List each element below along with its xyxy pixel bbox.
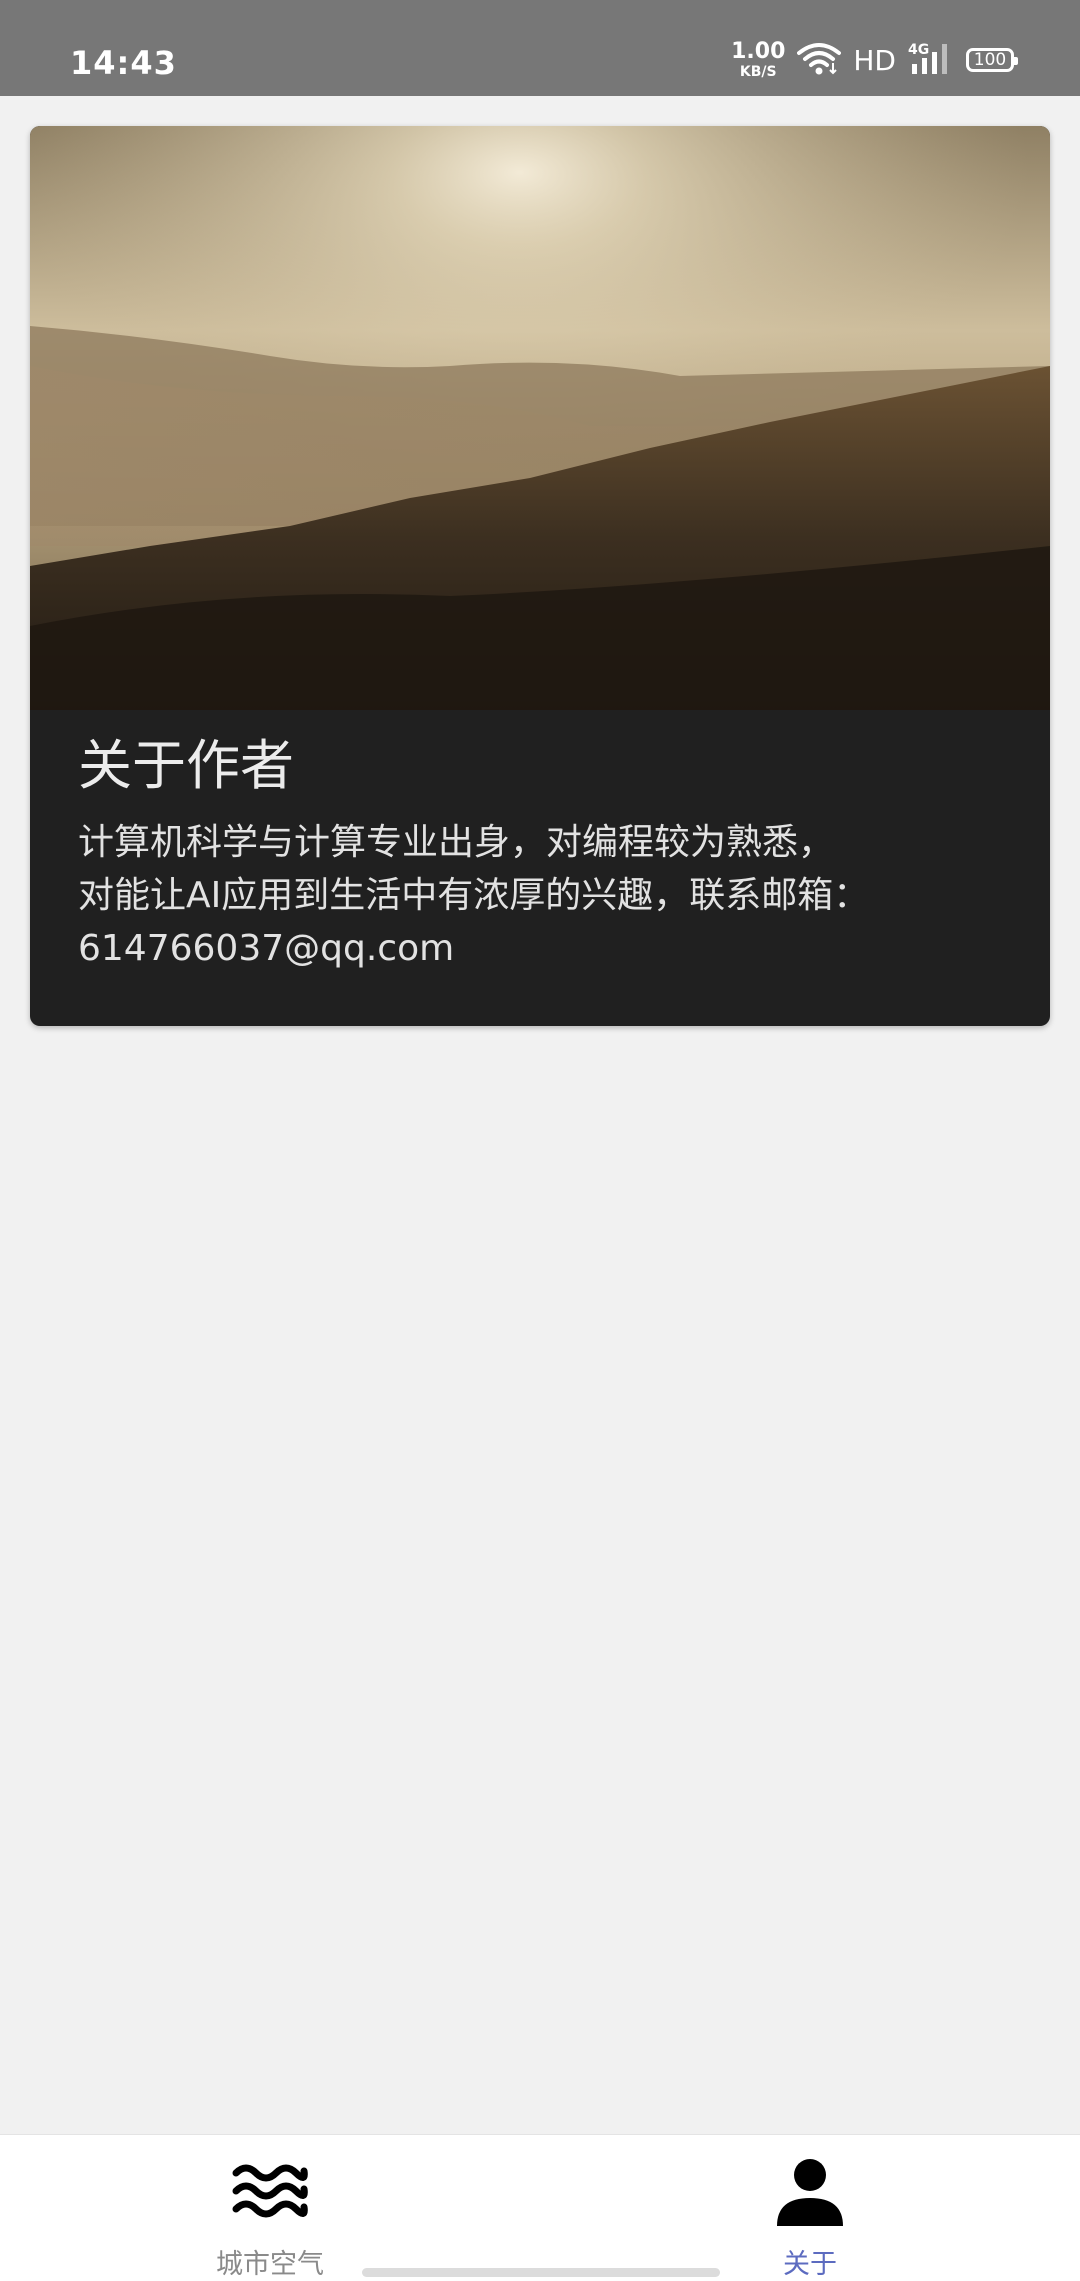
nav-item-about[interactable]: 关于 [660,2135,960,2281]
about-card: 关于作者 计算机科学与计算专业出身，对编程较为熟悉， 对能让AI应用到生活中有浓… [30,126,1050,1026]
status-time: 14:43 [70,44,177,82]
about-description-line: 计算机科学与计算专业出身，对编程较为熟悉， [78,822,835,863]
status-indicators: 1.00 KB/S HD 4G 100 [731,39,1018,80]
about-description: 计算机科学与计算专业出身，对编程较为熟悉， 对能让AI应用到生活中有浓厚的兴趣，… [78,816,1002,975]
forest-sunrise-photo [30,126,1050,710]
network-speed: 1.00 KB/S [731,39,786,80]
battery-icon: 100 [966,48,1018,72]
about-description-line: 对能让AI应用到生活中有浓厚的兴趣，联系邮箱： [78,875,870,916]
nav-item-city-air[interactable]: 城市空气 [120,2135,420,2281]
hd-label: HD [853,43,896,77]
wifi-icon [797,41,842,79]
contact-email: 614766037@qq.com [78,928,455,969]
home-indicator[interactable] [362,2268,720,2277]
nav-label-city-air: 城市空气 [216,2249,324,2280]
bottom-navigation: 城市空气 关于 [0,2134,1080,2281]
about-card-body: 关于作者 计算机科学与计算专业出身，对编程较为熟悉， 对能让AI应用到生活中有浓… [30,710,1050,1026]
network-type-label: 4G [908,42,929,58]
network-speed-unit: KB/S [739,64,777,80]
signal-bars-icon: 4G [908,40,954,80]
battery-level: 100 [973,50,1007,70]
nav-label-about: 关于 [783,2249,837,2280]
about-title: 关于作者 [78,734,294,797]
network-speed-value: 1.00 [731,39,786,64]
status-bar: 14:43 1.00 KB/S HD 4G 100 [0,0,1080,96]
person-icon [772,2153,848,2228]
waves-icon [232,2153,308,2228]
